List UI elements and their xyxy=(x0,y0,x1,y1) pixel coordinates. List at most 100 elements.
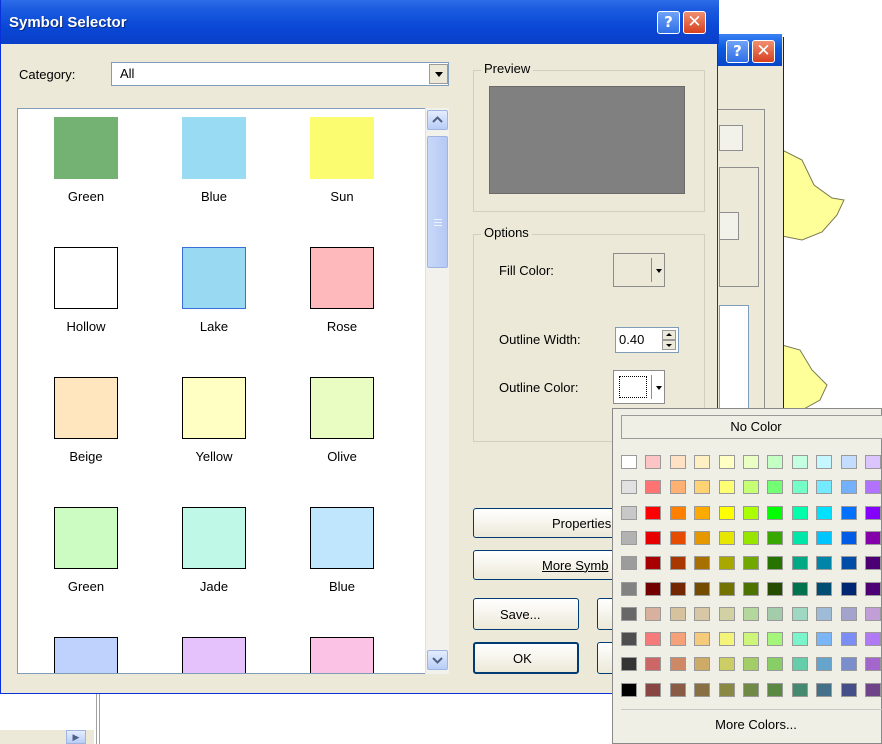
palette-color-cell[interactable] xyxy=(865,606,881,621)
palette-color-cell[interactable] xyxy=(621,505,637,520)
palette-color-cell[interactable] xyxy=(621,480,637,495)
palette-color-cell[interactable] xyxy=(767,657,784,672)
palette-color-cell[interactable] xyxy=(621,606,637,621)
symbol-list[interactable]: Green Blue Sun Hollow Lake Rose Beige Yellow Oli… xyxy=(17,108,449,674)
palette-color-cell[interactable] xyxy=(816,682,833,697)
palette-color-cell[interactable] xyxy=(718,556,735,571)
symbol-item[interactable]: Sun xyxy=(292,117,392,204)
palette-color-cell[interactable] xyxy=(694,657,711,672)
palette-color-cell[interactable] xyxy=(816,480,833,495)
palette-color-cell[interactable] xyxy=(669,530,686,545)
palette-color-cell[interactable] xyxy=(694,606,711,621)
palette-color-cell[interactable] xyxy=(645,581,662,596)
palette-color-cell[interactable] xyxy=(718,505,735,520)
palette-color-cell[interactable] xyxy=(694,455,711,469)
palette-color-cell[interactable] xyxy=(840,657,857,672)
palette-color-cell[interactable] xyxy=(791,581,808,596)
ok-button[interactable]: OK xyxy=(473,642,579,674)
palette-color-cell[interactable] xyxy=(865,682,881,697)
palette-color-cell[interactable] xyxy=(694,530,711,545)
palette-color-cell[interactable] xyxy=(743,581,759,596)
symbol-list-scrollbar[interactable] xyxy=(425,108,449,674)
palette-color-cell[interactable] xyxy=(865,581,881,596)
palette-color-cell[interactable] xyxy=(791,682,808,697)
palette-color-cell[interactable] xyxy=(621,657,637,672)
palette-color-cell[interactable] xyxy=(718,530,735,545)
palette-color-cell[interactable] xyxy=(840,530,857,545)
palette-color-cell[interactable] xyxy=(718,455,735,469)
palette-color-cell[interactable] xyxy=(816,581,833,596)
palette-color-cell[interactable] xyxy=(767,682,784,697)
palette-color-cell[interactable] xyxy=(865,657,881,672)
palette-color-cell[interactable] xyxy=(694,505,711,520)
palette-color-cell[interactable] xyxy=(840,480,857,495)
palette-color-cell[interactable] xyxy=(669,657,686,672)
palette-color-cell[interactable] xyxy=(621,581,637,596)
symbol-item[interactable]: Rose xyxy=(292,247,392,334)
palette-color-cell[interactable] xyxy=(840,581,857,596)
palette-color-cell[interactable] xyxy=(840,556,857,571)
background-button-2[interactable] xyxy=(719,212,739,240)
symbol-item[interactable]: Green xyxy=(36,117,136,204)
symbol-item[interactable]: Green xyxy=(36,507,136,594)
palette-color-cell[interactable] xyxy=(743,556,759,571)
symbol-item[interactable] xyxy=(164,637,264,673)
background-button[interactable] xyxy=(719,125,743,151)
save-button[interactable]: Save... xyxy=(473,598,579,630)
symbol-item[interactable]: Beige xyxy=(36,377,136,464)
palette-color-cell[interactable] xyxy=(767,606,784,621)
palette-color-cell[interactable] xyxy=(743,682,759,697)
symbol-item[interactable]: Hollow xyxy=(36,247,136,334)
palette-color-cell[interactable] xyxy=(791,632,808,647)
symbol-item[interactable]: Olive xyxy=(292,377,392,464)
palette-color-cell[interactable] xyxy=(816,505,833,520)
outline-width-spinner[interactable]: 0.40 xyxy=(615,327,679,353)
palette-color-cell[interactable] xyxy=(645,505,662,520)
palette-color-cell[interactable] xyxy=(791,505,808,520)
palette-color-cell[interactable] xyxy=(718,682,735,697)
outline-color-button[interactable] xyxy=(613,370,665,404)
palette-color-cell[interactable] xyxy=(669,682,686,697)
palette-color-cell[interactable] xyxy=(743,455,759,469)
symbol-item[interactable]: Yellow xyxy=(164,377,264,464)
palette-color-cell[interactable] xyxy=(767,455,784,469)
palette-color-cell[interactable] xyxy=(645,606,662,621)
palette-color-cell[interactable] xyxy=(816,556,833,571)
symbol-item[interactable]: Blue xyxy=(292,507,392,594)
palette-color-cell[interactable] xyxy=(791,556,808,571)
palette-color-cell[interactable] xyxy=(694,556,711,571)
palette-color-cell[interactable] xyxy=(621,682,637,697)
palette-color-cell[interactable] xyxy=(669,480,686,495)
palette-color-cell[interactable] xyxy=(767,505,784,520)
palette-color-cell[interactable] xyxy=(816,632,833,647)
palette-color-cell[interactable] xyxy=(840,682,857,697)
palette-color-cell[interactable] xyxy=(840,505,857,520)
palette-color-cell[interactable] xyxy=(669,632,686,647)
palette-color-cell[interactable] xyxy=(865,632,881,647)
symbol-item[interactable]: Blue xyxy=(164,117,264,204)
palette-color-cell[interactable] xyxy=(840,455,857,469)
palette-color-cell[interactable] xyxy=(767,632,784,647)
palette-color-cell[interactable] xyxy=(694,581,711,596)
palette-color-cell[interactable] xyxy=(645,530,662,545)
palette-color-cell[interactable] xyxy=(621,530,637,545)
palette-color-cell[interactable] xyxy=(791,530,808,545)
palette-color-cell[interactable] xyxy=(743,657,759,672)
palette-color-cell[interactable] xyxy=(743,606,759,621)
more-colors-button[interactable]: More Colors... xyxy=(621,709,882,740)
palette-color-cell[interactable] xyxy=(669,455,686,469)
palette-color-cell[interactable] xyxy=(743,530,759,545)
help-icon[interactable]: ? xyxy=(657,11,680,34)
symbol-item[interactable]: Jade xyxy=(164,507,264,594)
spin-down-icon[interactable] xyxy=(662,340,676,350)
palette-color-cell[interactable] xyxy=(767,530,784,545)
palette-color-cell[interactable] xyxy=(718,606,735,621)
palette-color-cell[interactable] xyxy=(767,581,784,596)
scroll-down-icon[interactable] xyxy=(427,650,448,670)
palette-color-cell[interactable] xyxy=(645,657,662,672)
palette-color-cell[interactable] xyxy=(694,632,711,647)
symbol-item[interactable]: Lake xyxy=(164,247,264,334)
palette-color-cell[interactable] xyxy=(645,682,662,697)
palette-color-cell[interactable] xyxy=(669,505,686,520)
palette-color-cell[interactable] xyxy=(816,530,833,545)
